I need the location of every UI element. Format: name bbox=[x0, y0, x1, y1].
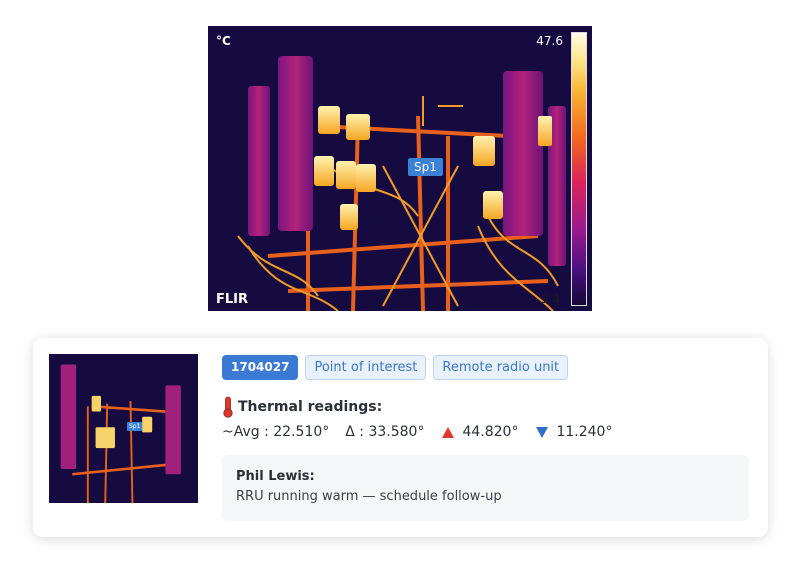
id-tag[interactable]: 1704027 bbox=[222, 355, 299, 380]
record-card: Sp1 1704027 Point of interest Remote rad… bbox=[33, 338, 768, 537]
tag-list: 1704027 Point of interest Remote radio u… bbox=[222, 355, 569, 380]
category-tag[interactable]: Point of interest bbox=[305, 355, 427, 380]
thermometer-icon bbox=[223, 396, 233, 418]
comment-text: RRU running warm — schedule follow-up bbox=[236, 489, 502, 504]
brand-watermark: FLIR bbox=[216, 292, 249, 307]
type-tag[interactable]: Remote radio unit bbox=[433, 355, 569, 380]
readings-heading-label: Thermal readings: bbox=[238, 399, 383, 415]
thumbnail-image[interactable]: Sp1 bbox=[49, 354, 198, 503]
thermal-image[interactable]: °C 47.6 9.4 FLIR Sp1 bbox=[208, 26, 592, 311]
scale-min-label: 9.4 bbox=[540, 292, 560, 306]
thumbnail-spot-marker: Sp1 bbox=[127, 422, 143, 431]
readings-row: ~Avg : 22.510° Δ : 33.580° 44.820° 11.24… bbox=[222, 424, 612, 440]
temperature-scale-bar bbox=[571, 32, 587, 306]
min-reading: 11.240° bbox=[556, 424, 613, 440]
thumbnail-scene bbox=[49, 354, 198, 503]
max-arrow-icon bbox=[442, 426, 455, 438]
scale-max-label: 47.6 bbox=[536, 34, 563, 48]
readings-heading: Thermal readings: bbox=[222, 396, 382, 418]
max-reading: 44.820° bbox=[462, 424, 519, 440]
avg-reading: ~Avg : 22.510° bbox=[222, 424, 330, 440]
spot-marker[interactable]: Sp1 bbox=[408, 158, 443, 176]
comment-author: Phil Lewis: bbox=[236, 469, 315, 484]
delta-reading: Δ : 33.580° bbox=[345, 424, 425, 440]
min-arrow-icon bbox=[536, 426, 549, 438]
thermal-scene bbox=[208, 26, 592, 311]
unit-label: °C bbox=[216, 34, 231, 48]
comment-box: Phil Lewis: RRU running warm — schedule … bbox=[222, 455, 749, 521]
